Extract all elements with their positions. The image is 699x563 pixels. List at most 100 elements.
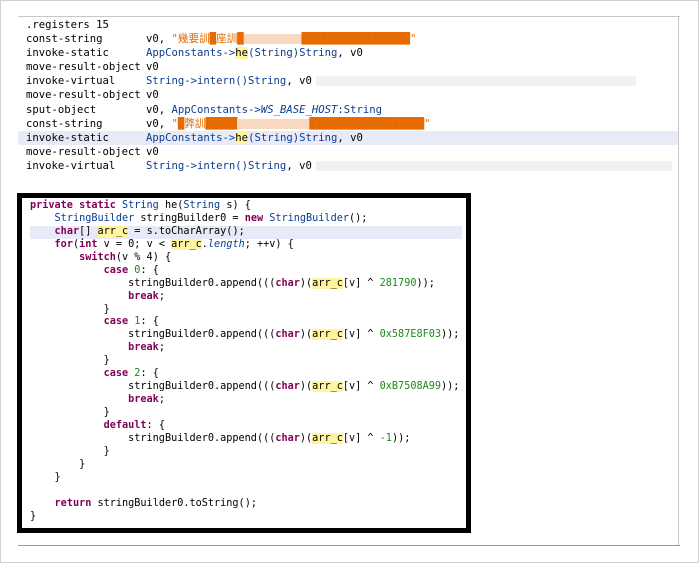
code-text: )( — [299, 432, 313, 444]
modifiers: private static — [30, 200, 123, 211]
register: v0, — [146, 103, 172, 116]
smali-code-view[interactable]: .registers 15 const-string v0, "幾要訓█座訓█ ██… — [18, 18, 678, 173]
java-method-close[interactable]: } — [30, 511, 462, 524]
const-string-value: "█弊訓█████ ██████████████████" — [171, 117, 431, 130]
keyword: char — [275, 381, 300, 393]
java-case-1-append[interactable]: stringBuilder0.append(((char)(arr_c[v] ^… — [30, 329, 462, 342]
smali-line-5[interactable]: move-result-object v0 — [26, 88, 678, 102]
keyword: case — [103, 264, 129, 276]
java-line-3-current[interactable]: char[] arr_c = s.toCharArray(); — [30, 225, 462, 239]
keyword: break — [128, 394, 159, 406]
smali-line-2[interactable]: invoke-static AppConstants->he(String)Str… — [26, 46, 678, 60]
opcode: invoke-virtual — [26, 75, 116, 88]
code-text: stringBuilder0.append((( — [128, 381, 276, 393]
opcode: sput-object — [26, 103, 97, 116]
smali-line-10[interactable]: invoke-virtual String->intern()String, v0 — [26, 159, 678, 173]
keyword: default — [103, 419, 147, 431]
divider-bottom — [18, 545, 680, 546]
param-type: String — [183, 200, 221, 211]
java-case-2-label[interactable]: case 2: { — [30, 368, 462, 381]
class-ref: String->intern()String — [146, 75, 287, 88]
java-return-line[interactable]: return stringBuilder0.toString(); — [30, 498, 462, 511]
variable-highlight: arr_c — [312, 381, 343, 393]
register: v0 — [146, 145, 159, 158]
java-line-2[interactable]: StringBuilder stringBuilder0 = new Strin… — [30, 213, 462, 226]
register: , v0 — [286, 159, 312, 172]
code-text: [] — [79, 225, 98, 237]
registers-directive: .registers — [26, 19, 90, 31]
java-case-0-close[interactable]: } — [30, 304, 462, 317]
registers-count: 15 — [96, 19, 109, 31]
java-switch-close[interactable]: } — [30, 459, 462, 472]
java-case-2-append[interactable]: stringBuilder0.append(((char)(arr_c[v] ^… — [30, 381, 462, 394]
java-case-1-label[interactable]: case 1: { — [30, 316, 462, 329]
smali-line-9[interactable]: move-result-object v0 — [26, 145, 678, 159]
code-text: stringBuilder0.append((( — [128, 329, 276, 341]
method-name: he — [235, 131, 249, 144]
smali-line-1[interactable]: const-string v0, "幾要訓█座訓█ ████████████████… — [26, 32, 678, 46]
keyword: char — [275, 277, 300, 289]
java-line-4[interactable]: for(int v = 0; v < arr_c.length; ++v) { — [30, 238, 462, 252]
code-text: [v] ^ — [342, 432, 380, 444]
smali-line-6[interactable]: sput-object v0, AppConstants->WS_BASE_HOS… — [26, 103, 678, 117]
register: , v0 — [337, 47, 363, 60]
java-default-append[interactable]: stringBuilder0.append(((char)(arr_c[v] ^… — [30, 432, 462, 446]
divider-top — [18, 16, 680, 17]
number: 0 — [134, 264, 141, 276]
code-text: v = 0; v < — [97, 238, 172, 250]
java-line-5[interactable]: switch(v % 4) { — [30, 252, 462, 265]
method-signature: (String)String — [248, 131, 338, 144]
java-case-0-label[interactable]: case 0: { — [30, 265, 462, 278]
method-name: he( — [158, 200, 184, 211]
opcode: invoke-static — [26, 47, 109, 60]
java-for-close[interactable]: } — [30, 472, 462, 485]
class-ref: AppConstants-> — [146, 47, 236, 60]
code-text: )); — [416, 277, 435, 289]
register: v0 — [146, 89, 159, 102]
opcode: move-result-object — [26, 145, 141, 158]
java-case-1-close[interactable]: } — [30, 355, 462, 368]
type-ref: StringBuilder — [54, 212, 135, 224]
variable-highlight: arr_c — [171, 238, 202, 250]
code-text: [v] ^ — [342, 329, 380, 341]
smali-line-8-current[interactable]: invoke-static AppConstants->he(String)Str… — [18, 130, 678, 145]
java-case-2-break[interactable]: break; — [30, 394, 462, 407]
java-case-2-close[interactable]: } — [30, 407, 462, 420]
code-text: stringBuilder0.append((( — [128, 432, 276, 444]
smali-line-3[interactable]: move-result-object v0 — [26, 60, 678, 74]
variable-highlight: arr_c — [97, 225, 129, 237]
keyword: int — [79, 238, 98, 250]
java-case-1-break[interactable]: break; — [30, 342, 462, 355]
keyword: return — [54, 497, 92, 509]
java-case-0-append[interactable]: stringBuilder0.append(((char)(arr_c[v] ^… — [30, 277, 462, 291]
param-name: s) { — [220, 200, 251, 211]
smali-line-7[interactable]: const-string v0, "█弊訓█████ ███████████████… — [26, 117, 678, 131]
field-type: :String — [337, 103, 383, 116]
java-blank-line[interactable] — [30, 485, 462, 498]
java-case-0-break[interactable]: break; — [30, 291, 462, 304]
method-name: he — [235, 47, 249, 60]
register: v0 — [146, 61, 159, 74]
code-text: )( — [299, 277, 313, 289]
java-code-view[interactable]: private static String he(String s) { Str… — [30, 200, 462, 523]
code-text: )( — [299, 381, 313, 393]
opcode: const-string — [26, 33, 103, 46]
keyword: case — [103, 316, 129, 328]
class-ref: AppConstants-> — [146, 131, 236, 144]
variable-highlight: arr_c — [312, 329, 343, 341]
java-line-signature[interactable]: private static String he(String s) { — [30, 200, 462, 213]
keyword: char — [275, 432, 300, 444]
keyword: char — [275, 329, 300, 341]
java-default-label[interactable]: default: { — [30, 420, 462, 433]
keyword: case — [103, 368, 129, 380]
code-text: [v] ^ — [342, 277, 380, 289]
java-default-close[interactable]: } — [30, 446, 462, 459]
code-text: )); — [391, 432, 411, 444]
return-type: String — [122, 200, 159, 211]
smali-line-4[interactable]: invoke-virtual String->intern()String, v0 — [26, 74, 678, 88]
number: 2 — [134, 368, 141, 380]
code-text: )); — [441, 381, 460, 393]
redacted-region — [315, 160, 672, 171]
